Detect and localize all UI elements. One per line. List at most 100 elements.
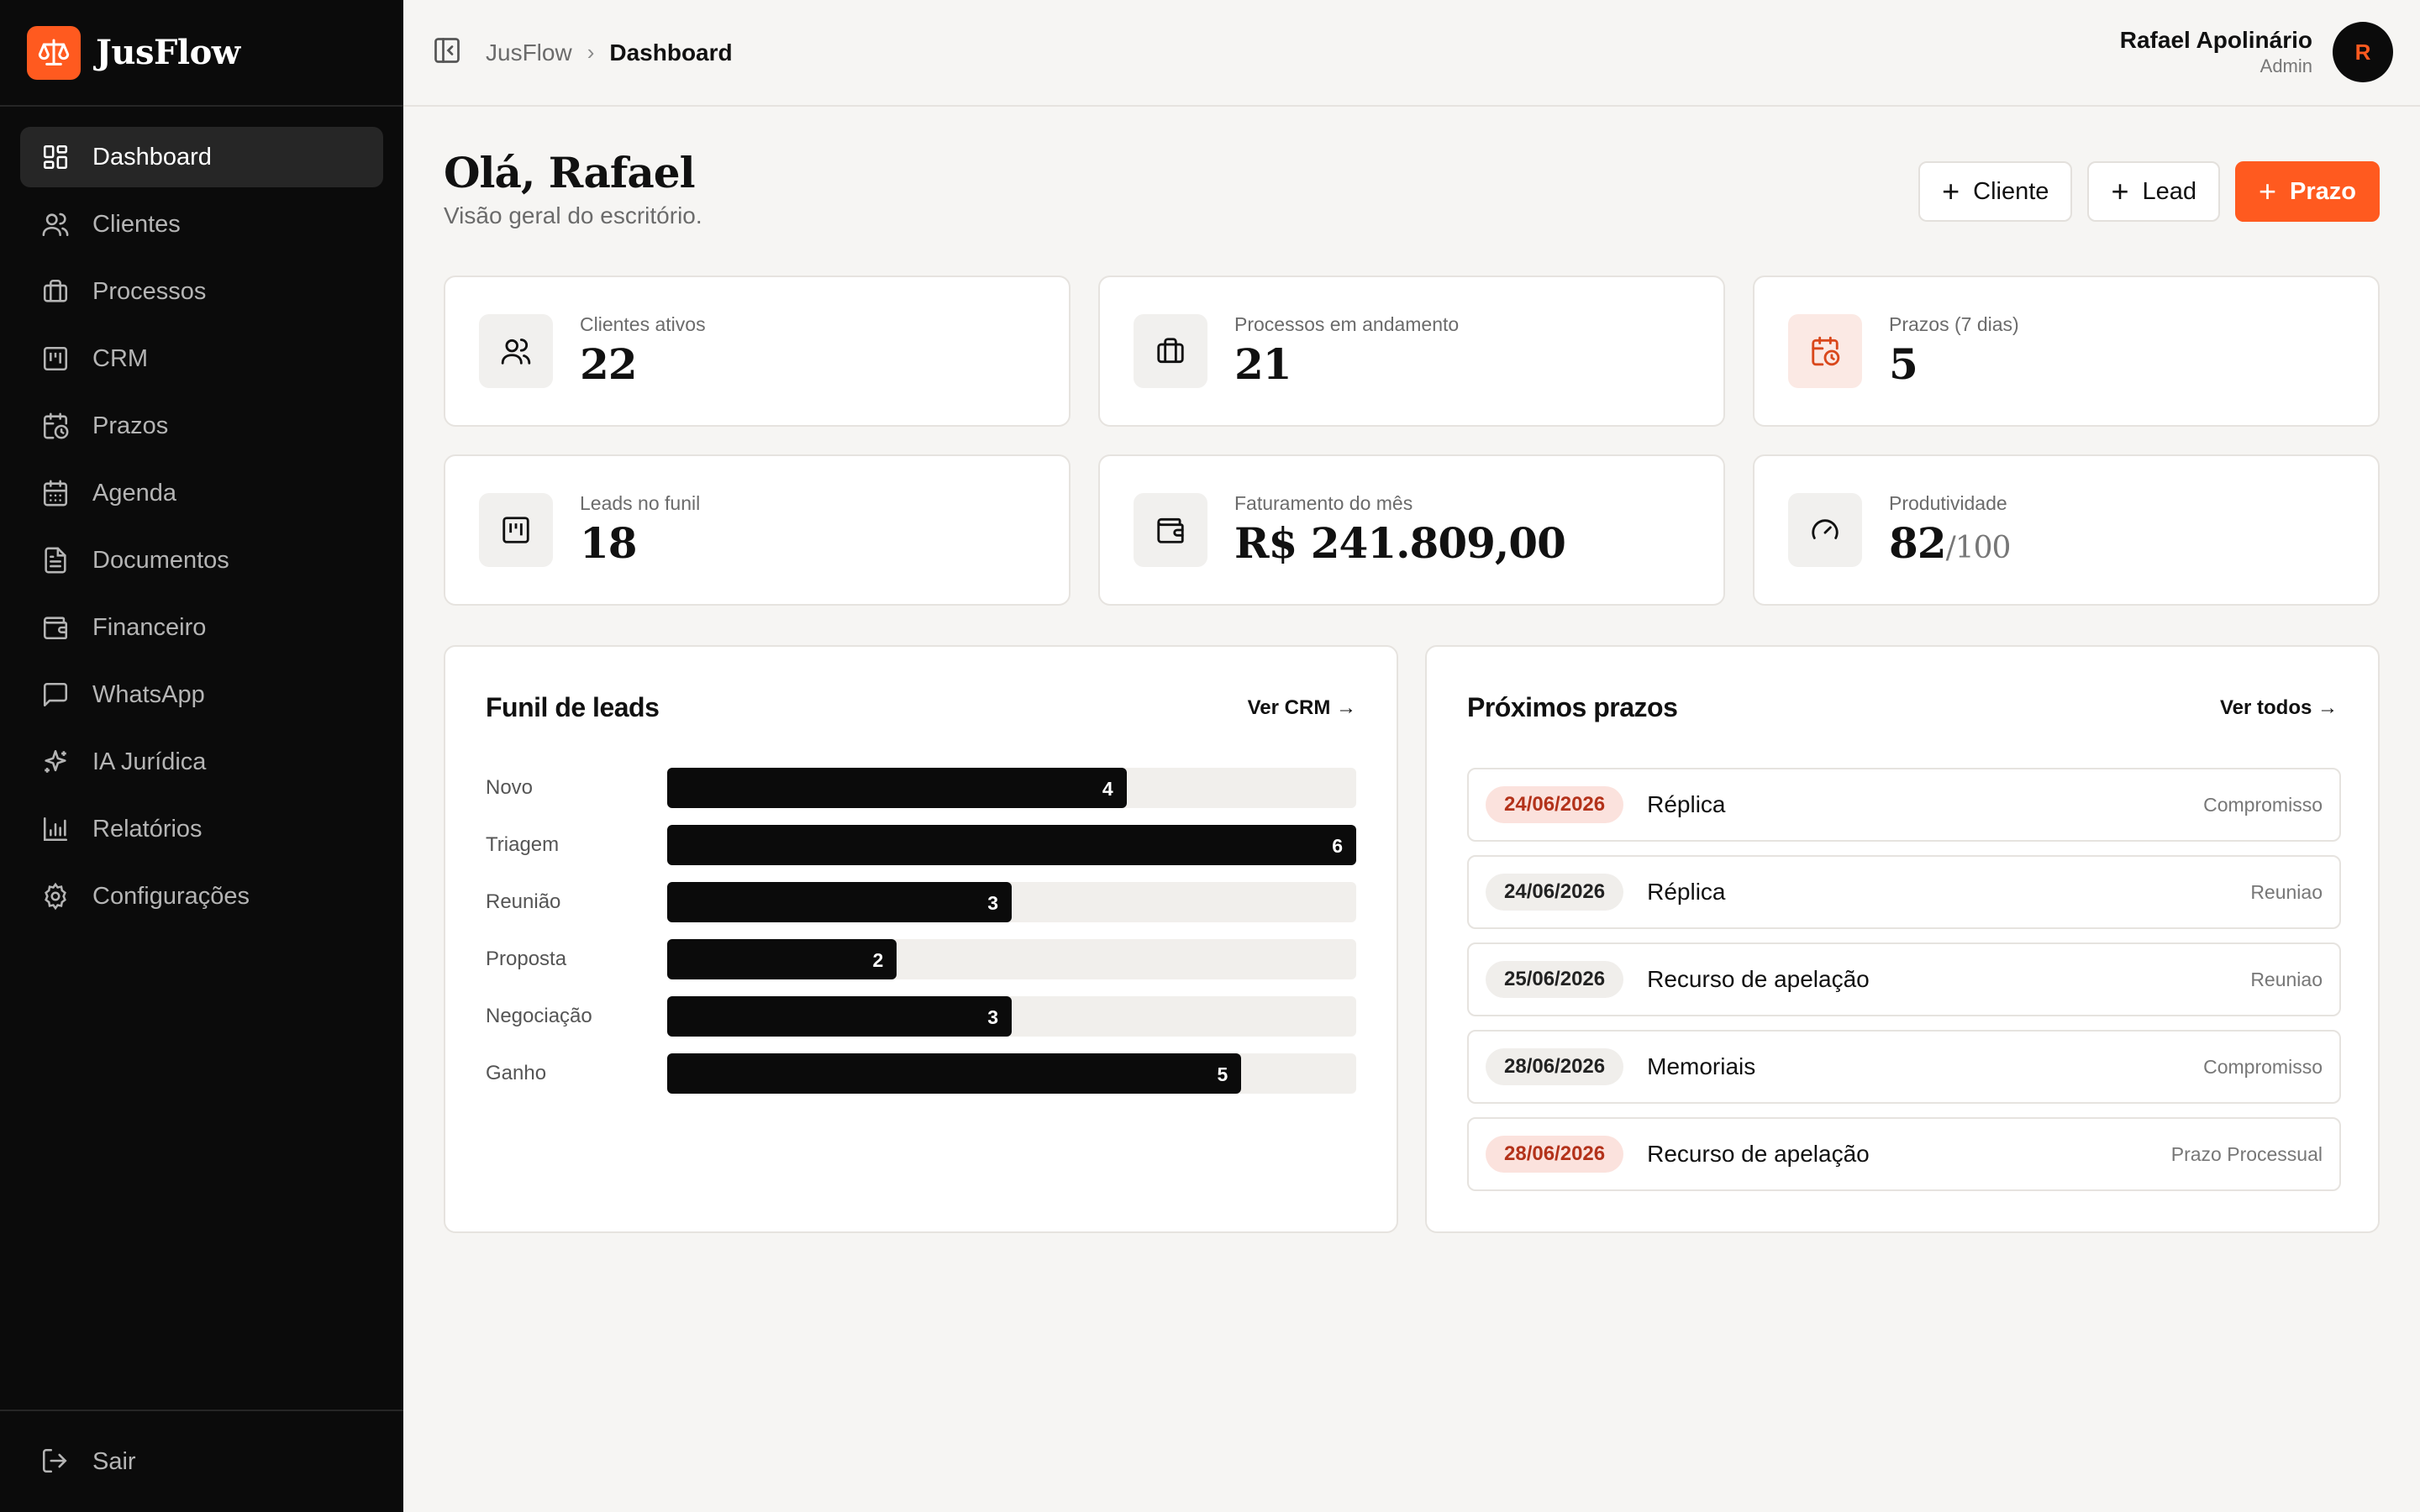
plus-icon: +: [2111, 174, 2129, 208]
funnel-row: Novo 4: [486, 768, 1360, 808]
stat-label: Produtividade: [1889, 492, 2007, 514]
stat-label: Clientes ativos: [580, 313, 706, 335]
user-menu[interactable]: Rafael Apolinário Admin R: [2120, 22, 2393, 82]
sidebar-item-configuracoes[interactable]: Configurações: [20, 866, 383, 927]
deadline-item[interactable]: 28/06/2026 Memoriais Compromisso: [1467, 1030, 2341, 1104]
sidebar-item-whatsapp[interactable]: WhatsApp: [20, 664, 383, 725]
funnel-track: 6: [667, 825, 1356, 865]
deadline-item[interactable]: 25/06/2026 Recurso de apelação Reuniao: [1467, 942, 2341, 1016]
dashboard-icon: [40, 142, 71, 172]
add-deadline-label: Prazo: [2290, 177, 2356, 205]
breadcrumb-current: Dashboard: [609, 39, 733, 66]
sidebar-item-label: Clientes: [92, 210, 181, 238]
user-name: Rafael Apolinário: [2119, 27, 2312, 53]
deadline-item[interactable]: 24/06/2026 Réplica Compromisso: [1467, 768, 2341, 842]
panel-title: Próximos prazos: [1467, 692, 1678, 722]
breadcrumb-root[interactable]: JusFlow: [486, 39, 572, 66]
stat-value: R$ 241.809,00: [1234, 518, 1566, 568]
greeting: Olá, Rafael Visão geral do escritório.: [444, 148, 702, 229]
sidebar-item-agenda[interactable]: Agenda: [20, 463, 383, 523]
kanban-icon: [40, 344, 71, 374]
view-crm-link[interactable]: Ver CRM →: [1248, 696, 1356, 720]
stat-card-productivity: Produtividade 82/100: [1753, 454, 2380, 606]
funnel-bar[interactable]: 5: [667, 1053, 1242, 1094]
funnel-stage-label: Triagem: [486, 833, 560, 856]
funnel-bar-value: 3: [987, 1006, 998, 1028]
brand-name: JusFlow: [96, 33, 240, 72]
sidebar-item-relatorios[interactable]: Relatórios: [20, 799, 383, 859]
sparkle-icon: [40, 747, 71, 777]
deadline-item[interactable]: 24/06/2026 Réplica Reuniao: [1467, 855, 2341, 929]
stat-label: Leads no funil: [580, 492, 701, 514]
plus-icon: +: [2258, 174, 2277, 208]
view-all-link[interactable]: Ver todos →: [2220, 696, 2338, 720]
sidebar-item-financeiro[interactable]: Financeiro: [20, 597, 383, 658]
funnel-bar[interactable]: 2: [667, 939, 897, 979]
panel-title: Funil de leads: [486, 692, 660, 722]
funnel-row: Ganho 5: [486, 1053, 1360, 1094]
funnel-bar[interactable]: 3: [667, 996, 1012, 1037]
funnel-track: 4: [667, 768, 1356, 808]
deadline-date-badge: 28/06/2026: [1486, 1136, 1624, 1173]
deadline-type: Reuniao: [2250, 880, 2323, 903]
stat-value: 82/100: [1889, 518, 2011, 568]
wallet-icon: [1134, 493, 1207, 567]
avatar[interactable]: R: [2333, 22, 2393, 82]
funnel-track: 3: [667, 996, 1356, 1037]
stat-card-leads: Leads no funil 18: [444, 454, 1071, 606]
sidebar-item-documentos[interactable]: Documentos: [20, 530, 383, 591]
sidebar-item-ia-juridica[interactable]: IA Jurídica: [20, 732, 383, 792]
funnel-bar-value: 6: [1332, 835, 1343, 857]
funnel-bar[interactable]: 6: [667, 825, 1356, 865]
page-title: Olá, Rafael: [444, 148, 696, 197]
sidebar-item-label: IA Jurídica: [92, 748, 207, 775]
sidebar-item-label: Financeiro: [92, 613, 207, 641]
quick-actions: + Cliente + Lead + Prazo: [1903, 161, 2380, 222]
stat-value: 22: [580, 339, 638, 389]
stat-card-clients: Clientes ativos 22: [444, 276, 1071, 427]
leads-funnel-panel: Funil de leads Ver CRM → Novo 4 Triagem 6 Re…: [444, 645, 1398, 1233]
add-lead-label: Lead: [2142, 177, 2196, 205]
deadline-item[interactable]: 28/06/2026 Recurso de apelação Prazo Proce…: [1467, 1117, 2341, 1191]
sidebar-toggle-button[interactable]: [430, 36, 464, 70]
funnel-bar[interactable]: 4: [667, 768, 1127, 808]
gauge-icon: [1788, 493, 1862, 567]
stat-value: 5: [1889, 339, 1918, 389]
user-role: Admin: [2260, 55, 2312, 76]
sidebar-item-dashboard[interactable]: Dashboard: [20, 127, 383, 187]
sidebar-item-clientes[interactable]: Clientes: [20, 194, 383, 255]
logout-button[interactable]: Sair: [0, 1410, 403, 1512]
deadline-title: Memoriais: [1647, 1053, 1756, 1079]
deadline-type: Compromisso: [2203, 1055, 2323, 1078]
sidebar-nav: Dashboard Clientes Processos CRM Prazos: [0, 107, 403, 927]
deadline-type: Prazo Processual: [2170, 1142, 2323, 1165]
sidebar-item-crm[interactable]: CRM: [20, 328, 383, 389]
chevron-right-icon: ›: [587, 39, 595, 65]
panel-collapse-icon: [432, 35, 462, 70]
sidebar-item-prazos[interactable]: Prazos: [20, 396, 383, 456]
breadcrumb: JusFlow › Dashboard: [486, 39, 733, 66]
sidebar-item-label: Prazos: [92, 412, 169, 439]
briefcase-icon: [40, 276, 71, 307]
funnel-chart: Novo 4 Triagem 6 Reunião 3 Proposta 2 Negociação…: [486, 768, 1360, 1110]
funnel-stage-label: Proposta: [486, 948, 567, 970]
calendar-clock-icon: [1788, 314, 1862, 388]
sidebar-item-processos[interactable]: Processos: [20, 261, 383, 322]
brand[interactable]: JusFlow: [0, 0, 403, 107]
sidebar-item-label: Agenda: [92, 479, 176, 507]
logout-label: Sair: [92, 1447, 136, 1475]
add-lead-button[interactable]: + Lead: [2087, 161, 2220, 222]
add-client-button[interactable]: + Cliente: [1918, 161, 2073, 222]
funnel-row: Proposta 2: [486, 939, 1360, 979]
funnel-stage-label: Ganho: [486, 1062, 547, 1084]
sidebar-item-label: Dashboard: [92, 143, 212, 171]
funnel-stage-label: Reunião: [486, 890, 561, 913]
top-header: JusFlow › Dashboard Rafael Apolinário Ad…: [403, 0, 2420, 107]
sidebar-item-label: Processos: [92, 277, 207, 305]
sidebar-item-label: CRM: [92, 344, 149, 372]
add-deadline-button[interactable]: + Prazo: [2234, 161, 2380, 222]
sidebar: JusFlow Dashboard Clientes Processos CRM: [0, 0, 403, 1512]
deadline-title: Réplica: [1647, 879, 1726, 905]
funnel-bar[interactable]: 3: [667, 882, 1012, 922]
sidebar-item-label: WhatsApp: [92, 680, 205, 708]
